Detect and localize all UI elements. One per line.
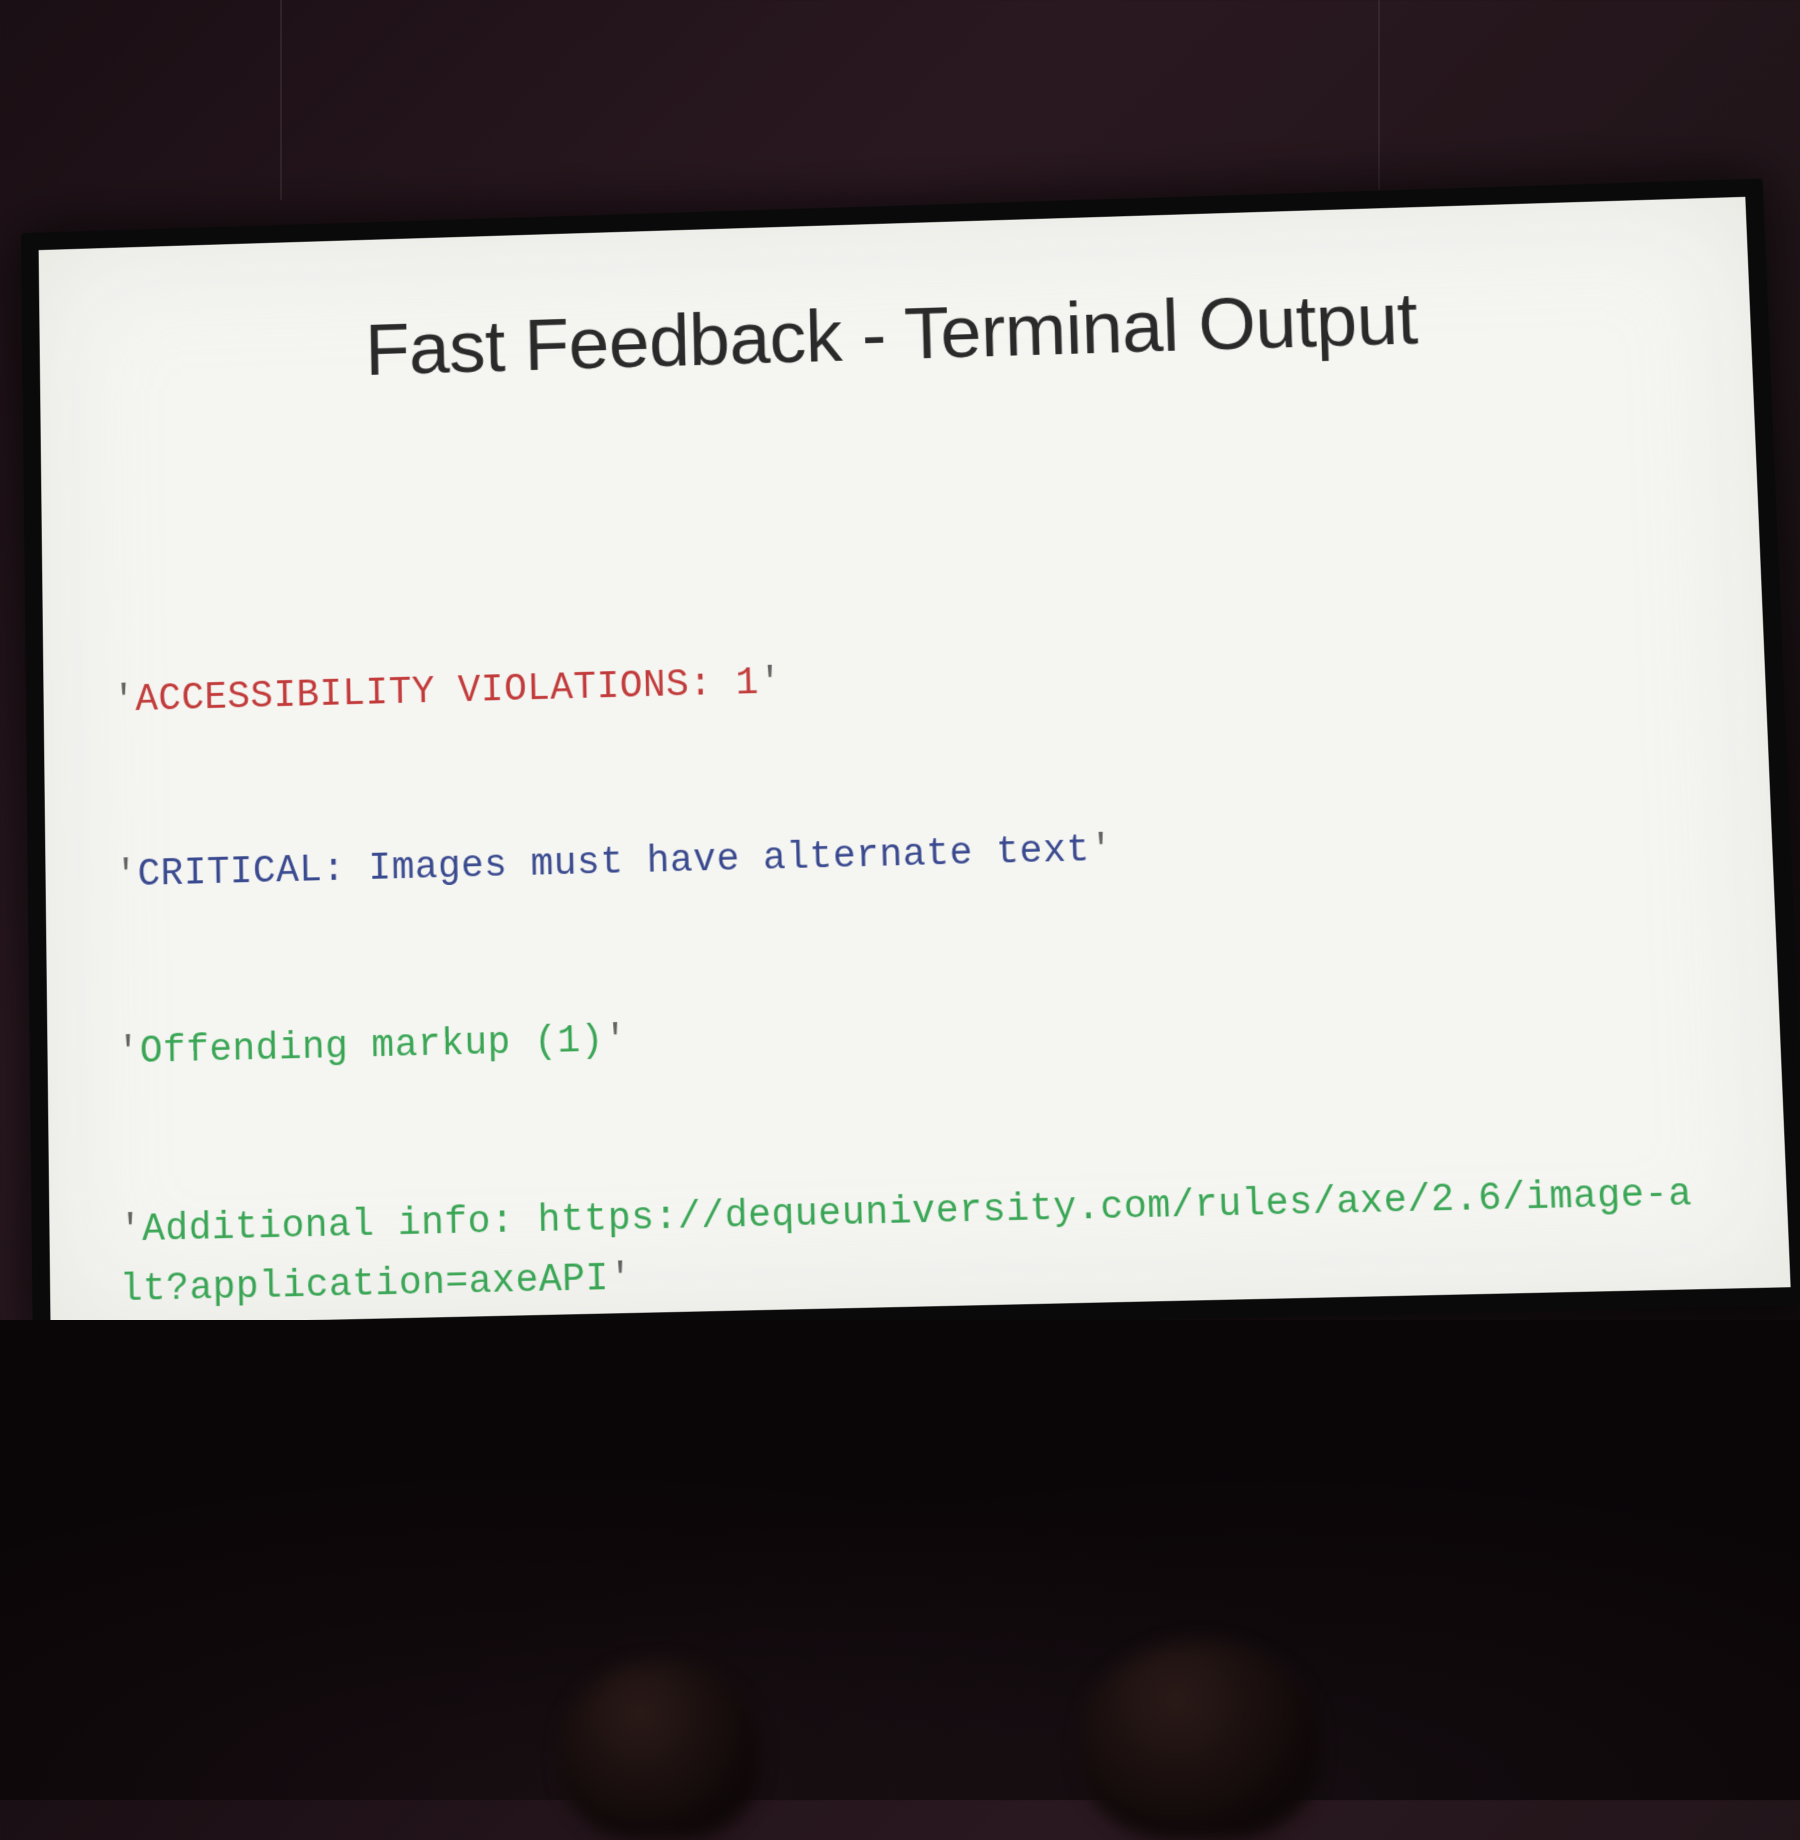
projector-cable-left	[280, 0, 282, 200]
terminal-line-additional-info: 'Additional info: https://dequeuniversit…	[119, 1165, 1719, 1321]
terminal-line-violations: 'ACCESSIBILITY VIOLATIONS: 1'	[112, 629, 1695, 731]
slide-title: Fast Feedback - Terminal Output	[108, 268, 1681, 399]
audience-silhouette	[560, 1660, 760, 1840]
presentation-slide: Fast Feedback - Terminal Output 'ACCESSI…	[21, 179, 1800, 1345]
audience-silhouette	[1080, 1640, 1320, 1840]
audience-area	[0, 1320, 1800, 1800]
terminal-line-offending: 'Offending markup (1)'	[117, 985, 1710, 1083]
projector-cable-right	[1378, 0, 1380, 190]
projection-screen-wrapper: Fast Feedback - Terminal Output 'ACCESSI…	[20, 200, 1780, 1320]
terminal-output-block: 'ACCESSIBILITY VIOLATIONS: 1' 'CRITICAL:…	[111, 511, 1724, 1440]
terminal-line-critical: 'CRITICAL: Images must have alternate te…	[114, 807, 1702, 907]
